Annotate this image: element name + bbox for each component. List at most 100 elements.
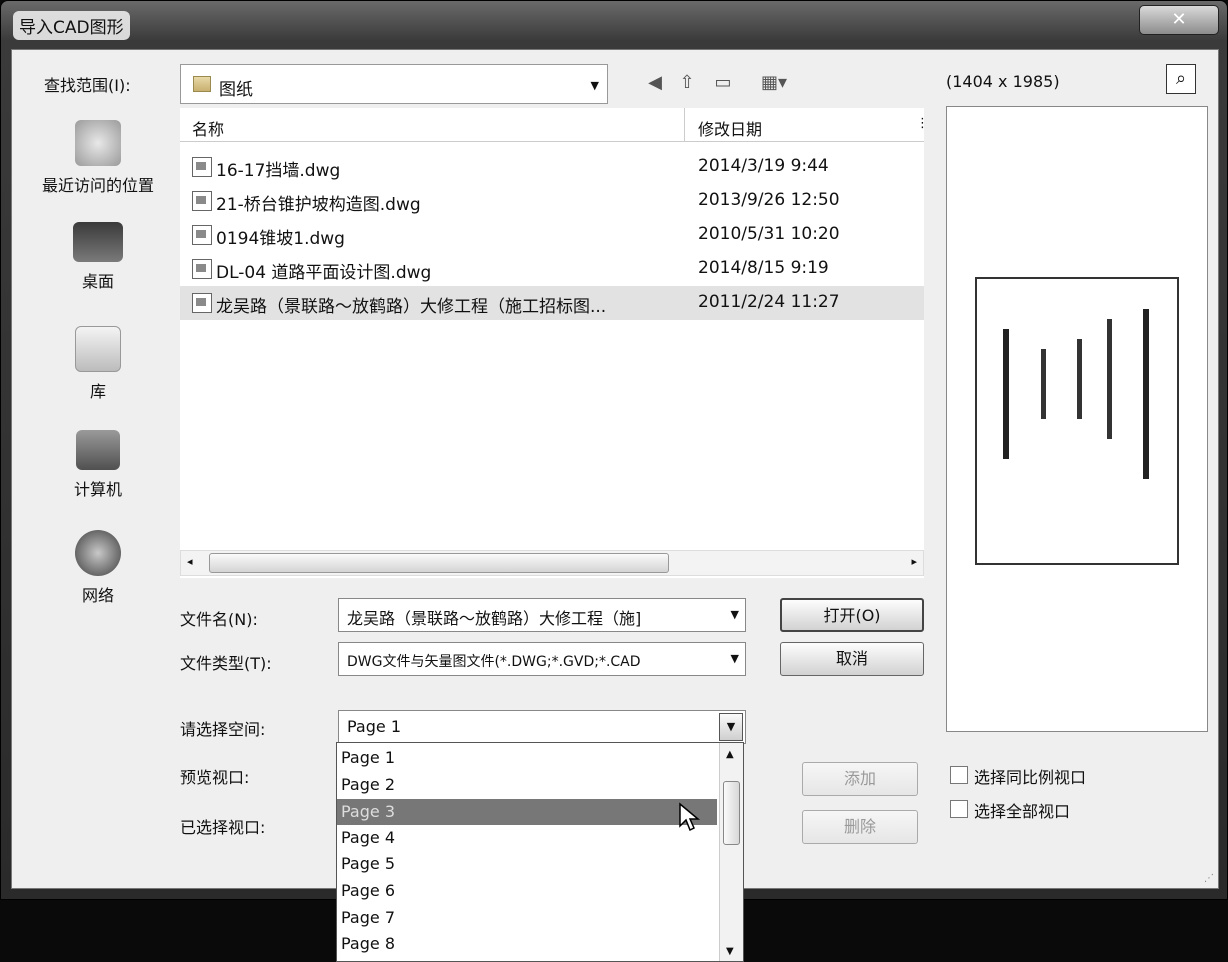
- filename-combo[interactable]: 龙吴路（景联路～放鹤路）大修工程（施] ▼: [338, 598, 746, 632]
- file-name: DL-04 道路平面设计图.dwg: [216, 263, 432, 283]
- file-date: 2014/8/15 9:19: [698, 258, 829, 278]
- file-row-selected[interactable]: 龙吴路（景联路～放鹤路）大修工程（施工招标图... 2011/2/24 11:2…: [180, 286, 924, 320]
- dropdown-option[interactable]: Page 7: [337, 905, 717, 931]
- file-date: 2010/5/31 10:20: [698, 224, 840, 244]
- selected-view-label: 已选择视口:: [180, 818, 266, 837]
- mouse-cursor-icon: [679, 802, 701, 832]
- view-menu-icon[interactable]: ▦▾: [754, 72, 794, 94]
- dropdown-option[interactable]: Page 1: [337, 745, 717, 771]
- recent-places-icon: [75, 120, 121, 166]
- dropdown-option[interactable]: Page 5: [337, 851, 717, 877]
- scroll-right-icon[interactable]: ▸: [911, 555, 917, 568]
- close-button[interactable]: ✕: [1139, 5, 1219, 35]
- file-name: 16-17挡墙.dwg: [216, 161, 341, 181]
- drawing-text-block: [1107, 319, 1112, 439]
- place-library-label: 库: [89, 382, 106, 401]
- preview-view-label: 预览视口:: [180, 768, 250, 787]
- file-name: 龙吴路（景联路～放鹤路）大修工程（施工招标图...: [216, 297, 607, 317]
- drawing-text-block: [1041, 349, 1046, 419]
- lookin-value: 图纸: [219, 80, 253, 100]
- back-icon[interactable]: ◀: [644, 72, 666, 94]
- chevron-down-icon[interactable]: ▼: [719, 713, 743, 741]
- place-computer-label: 计算机: [73, 480, 122, 499]
- dropdown-scroll-thumb[interactable]: [723, 781, 740, 845]
- lookin-combo[interactable]: 图纸 ▼: [180, 64, 608, 104]
- computer-icon: [76, 430, 120, 470]
- space-select[interactable]: Page 1 ▼: [338, 710, 746, 744]
- column-name[interactable]: 名称: [192, 116, 224, 140]
- place-desktop[interactable]: 桌面: [18, 222, 178, 292]
- dwg-file-icon: [192, 259, 212, 279]
- drawing-text-block: [1077, 339, 1082, 419]
- column-date[interactable]: 修改日期: [698, 116, 762, 140]
- dwg-file-icon: [192, 157, 212, 177]
- dropdown-option[interactable]: Page 6: [337, 878, 717, 904]
- place-recent[interactable]: 最近访问的位置: [18, 120, 178, 196]
- file-date: 2014/3/19 9:44: [698, 156, 829, 176]
- place-library[interactable]: 库: [18, 326, 178, 402]
- dwg-file-icon: [192, 225, 212, 245]
- file-name: 21-桥台锥护坡构造图.dwg: [216, 195, 421, 215]
- file-row[interactable]: 16-17挡墙.dwg 2014/3/19 9:44: [180, 150, 924, 184]
- delete-button[interactable]: 删除: [802, 810, 918, 844]
- column-divider: [684, 108, 685, 142]
- same-scale-label: 选择同比例视口: [974, 768, 1087, 787]
- lookin-label: 查找范围(I):: [44, 76, 131, 95]
- dropdown-option[interactable]: Page 2: [337, 772, 717, 798]
- network-icon: [75, 530, 121, 576]
- file-list-header: 名称 修改日期 ⋮: [180, 108, 929, 142]
- place-desktop-label: 桌面: [81, 272, 114, 291]
- filetype-combo[interactable]: DWG文件与矢量图文件(*.DWG;*.GVD;*.CAD ▼: [338, 642, 746, 676]
- filename-label: 文件名(N):: [180, 610, 258, 629]
- dropdown-option[interactable]: Page 8: [337, 931, 717, 957]
- library-icon: [75, 326, 121, 372]
- file-list[interactable]: 名称 修改日期 ⋮ 16-17挡墙.dwg 2014/3/19 9:44 21-…: [180, 108, 929, 578]
- new-folder-icon[interactable]: ▭: [712, 72, 734, 94]
- file-name: 0194锥坡1.dwg: [216, 229, 345, 249]
- up-folder-icon[interactable]: ⇧: [676, 72, 698, 94]
- place-recent-label: 最近访问的位置: [41, 176, 154, 195]
- preview-pane: [946, 106, 1208, 732]
- scroll-up-icon[interactable]: ▲: [726, 749, 734, 760]
- chevron-down-icon: ▼: [730, 608, 739, 621]
- dwg-file-icon: [192, 191, 212, 211]
- preview-toggle-icon[interactable]: ⌕: [1166, 64, 1196, 94]
- column-more[interactable]: ⋮: [916, 116, 929, 131]
- add-button[interactable]: 添加: [802, 762, 918, 796]
- scroll-down-icon[interactable]: ▼: [726, 946, 734, 957]
- space-label: 请选择空间:: [180, 720, 266, 739]
- file-row[interactable]: 0194锥坡1.dwg 2010/5/31 10:20: [180, 218, 924, 252]
- space-dropdown-list[interactable]: Page 1 Page 2 Page 3 Page 4 Page 5 Page …: [336, 742, 744, 962]
- scroll-thumb[interactable]: [209, 553, 669, 573]
- space-value: Page 1: [347, 717, 401, 736]
- filetype-label: 文件类型(T):: [180, 654, 272, 673]
- file-date: 2013/9/26 12:50: [698, 190, 840, 210]
- file-date: 2011/2/24 11:27: [698, 292, 840, 312]
- horizontal-scrollbar[interactable]: ◂ ▸: [180, 550, 924, 576]
- scroll-left-icon[interactable]: ◂: [187, 555, 193, 568]
- filetype-value: DWG文件与矢量图文件(*.DWG;*.GVD;*.CAD: [347, 654, 641, 670]
- resize-grip-icon[interactable]: ⋰: [1204, 873, 1214, 884]
- preview-thumbnail: [975, 277, 1179, 565]
- drawing-text-block: [1003, 329, 1009, 459]
- place-network-label: 网络: [81, 586, 114, 605]
- window-title: 导入CAD图形: [13, 11, 130, 40]
- folder-icon: [193, 76, 211, 92]
- chevron-down-icon: ▼: [590, 79, 599, 92]
- cancel-button[interactable]: 取消: [780, 642, 924, 676]
- dropdown-option[interactable]: Page 4: [337, 825, 717, 851]
- place-network[interactable]: 网络: [18, 530, 178, 606]
- dwg-file-icon: [192, 293, 212, 313]
- chevron-down-icon: ▼: [730, 652, 739, 665]
- place-computer[interactable]: 计算机: [18, 430, 178, 500]
- file-row[interactable]: DL-04 道路平面设计图.dwg 2014/8/15 9:19: [180, 252, 924, 286]
- dropdown-option-highlighted[interactable]: Page 3: [337, 799, 717, 825]
- preview-size: (1404 x 1985): [946, 72, 1060, 91]
- same-scale-checkbox[interactable]: [950, 766, 968, 784]
- file-row[interactable]: 21-桥台锥护坡构造图.dwg 2013/9/26 12:50: [180, 184, 924, 218]
- all-views-checkbox[interactable]: [950, 800, 968, 818]
- dropdown-scrollbar[interactable]: ▲ ▼: [719, 743, 743, 961]
- drawing-text-block: [1143, 309, 1149, 479]
- open-button[interactable]: 打开(O): [780, 598, 924, 632]
- all-views-label: 选择全部视口: [974, 802, 1071, 821]
